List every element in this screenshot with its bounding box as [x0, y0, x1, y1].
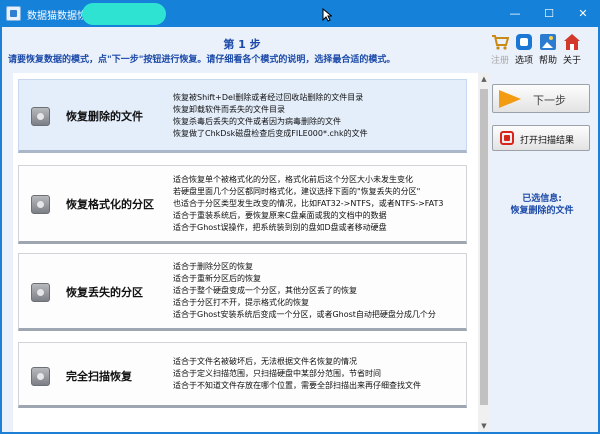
- options-label: 选项: [514, 56, 533, 66]
- mode-recover-formatted[interactable]: 恢复格式化的分区 适合恢复单个被格式化的分区，格式化前后这个分区大小未发生变化 …: [18, 165, 467, 244]
- open-scan-results-label: 打开扫描结果: [520, 136, 575, 146]
- open-scan-results-button[interactable]: 打开扫描结果: [492, 125, 590, 151]
- selected-info-label: 已选信息:: [522, 194, 562, 204]
- mouse-cursor-icon: [322, 8, 332, 22]
- maximize-button[interactable]: ☐: [532, 0, 566, 27]
- mode-recover-deleted[interactable]: 恢复删除的文件 恢复被Shift+Del删除或者经过回收站删除的文件目录 恢复卸…: [18, 79, 467, 153]
- register-label: 注册: [490, 56, 509, 66]
- drive-icon: [31, 367, 50, 386]
- mode-description: 适合于删除分区的恢复 适合于重新分区后的恢复 适合于整个硬盘变成一个分区，其他分…: [173, 262, 436, 319]
- mode-title: 恢复删除的文件: [66, 110, 143, 123]
- title-bar: 数据猫数据恢复软件 — ☐ ✕: [0, 0, 600, 27]
- scroll-down-icon[interactable]: ▼: [478, 420, 490, 432]
- drive-icon: [31, 107, 50, 126]
- scroll-thumb[interactable]: [480, 89, 488, 405]
- mode-recover-lost-partition[interactable]: 恢复丢失的分区 适合于删除分区的恢复 适合于重新分区后的恢复 适合于整个硬盘变成…: [18, 253, 467, 331]
- mode-title: 恢复丢失的分区: [66, 286, 143, 299]
- mode-full-scan[interactable]: 完全扫描恢复 适合于文件名被破坏后，无法根据文件名恢复的情况 适合于定义扫描范围…: [18, 342, 467, 408]
- mode-title: 完全扫描恢复: [66, 370, 132, 383]
- main-panel: 第 1 步 请要恢复数据的模式，点"下一步"按钮进行恢复。请仔细看各个模式的说明…: [2, 27, 598, 432]
- mode-list: 恢复删除的文件 恢复被Shift+Del删除或者经过回收站删除的文件目录 恢复卸…: [13, 73, 478, 432]
- next-step-button[interactable]: 下一步: [492, 84, 590, 113]
- help-button[interactable]: 帮助: [536, 33, 560, 73]
- selected-info: 已选信息: 恢复删除的文件: [490, 193, 594, 217]
- mode-description: 恢复被Shift+Del删除或者经过回收站删除的文件目录 恢复卸载软件而丢失的文…: [173, 93, 368, 138]
- about-label: 关于: [562, 56, 581, 66]
- app-icon: [6, 6, 21, 21]
- help-label: 帮助: [538, 56, 557, 66]
- minimize-button[interactable]: —: [498, 0, 532, 27]
- help-icon: [540, 34, 556, 50]
- options-icon: [516, 34, 532, 50]
- drive-icon: [31, 195, 50, 214]
- step-description: 请要恢复数据的模式，点"下一步"按钮进行恢复。请仔细看各个模式的说明，选择最合适…: [8, 55, 396, 65]
- scroll-up-icon[interactable]: ▲: [478, 73, 490, 85]
- selected-info-value: 恢复删除的文件: [510, 206, 574, 216]
- mode-description: 适合于文件名被破坏后，无法根据文件名恢复的情况 适合于定义扫描范围，只扫描硬盘中…: [173, 357, 421, 390]
- drive-icon: [31, 283, 50, 302]
- redaction-mark: [82, 3, 166, 25]
- arrow-right-icon: [499, 90, 521, 108]
- cart-icon: [492, 35, 509, 50]
- options-button[interactable]: 选项: [512, 33, 536, 73]
- register-button[interactable]: 注册: [488, 33, 512, 73]
- close-button[interactable]: ✕: [566, 0, 600, 27]
- next-step-label: 下一步: [533, 94, 566, 107]
- mode-title: 恢复格式化的分区: [66, 198, 154, 211]
- about-button[interactable]: 关于: [560, 33, 584, 73]
- stop-icon: [500, 131, 514, 145]
- home-icon: [564, 34, 580, 50]
- vertical-scrollbar[interactable]: ▲ ▼: [478, 73, 490, 432]
- step-title: 第 1 步: [223, 38, 261, 51]
- mode-description: 适合恢复单个被格式化的分区，格式化前后这个分区大小未发生变化 若硬盘里面几个分区…: [173, 175, 444, 232]
